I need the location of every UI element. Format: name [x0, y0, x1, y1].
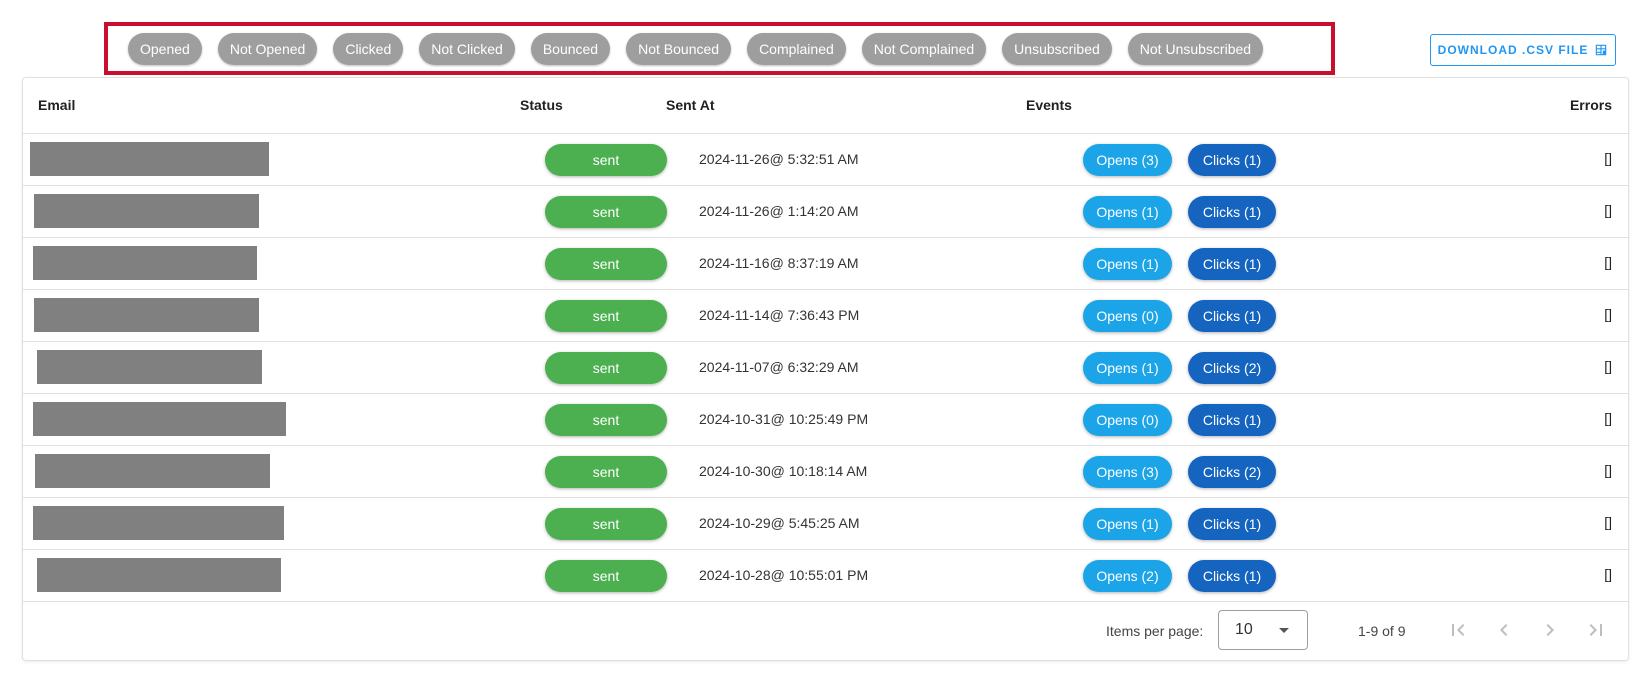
pagination-range: 1-9 of 9 — [1358, 623, 1406, 639]
opens-button[interactable]: Opens (0) — [1083, 404, 1172, 436]
opens-button[interactable]: Opens (1) — [1083, 196, 1172, 228]
clicks-button[interactable]: Clicks (1) — [1188, 508, 1276, 540]
redacted-email — [34, 298, 259, 332]
clicks-button[interactable]: Clicks (2) — [1188, 352, 1276, 384]
clicks-button[interactable]: Clicks (1) — [1188, 248, 1276, 280]
status-badge: sent — [545, 560, 667, 592]
errors-value: [] — [1604, 306, 1612, 322]
opens-button[interactable]: Opens (1) — [1083, 248, 1172, 280]
status-badge: sent — [545, 456, 667, 488]
redacted-email — [30, 142, 269, 176]
table-row: sent 2024-10-31@ 10:25:49 PM Opens (0) Clic… — [23, 394, 1628, 446]
clicks-button[interactable]: Clicks (1) — [1188, 560, 1276, 592]
filter-chip[interactable]: Clicked — [333, 32, 404, 65]
clicks-button[interactable]: Clicks (1) — [1188, 144, 1276, 176]
errors-value: [] — [1604, 202, 1612, 218]
status-badge: sent — [545, 508, 667, 540]
redacted-email — [37, 350, 262, 384]
opens-button[interactable]: Opens (1) — [1083, 508, 1172, 540]
table-header: Email Status Sent At Events Errors — [23, 78, 1628, 134]
errors-value: [] — [1604, 410, 1612, 426]
opens-button[interactable]: Opens (2) — [1083, 560, 1172, 592]
download-csv-button[interactable]: DOWNLOAD .CSV FILE — [1430, 34, 1616, 66]
items-per-page-value: 10 — [1235, 621, 1253, 638]
sent-at-value: 2024-10-31@ 10:25:49 PM — [699, 411, 869, 427]
sent-at-value: 2024-11-16@ 8:37:19 AM — [699, 255, 859, 271]
sent-at-value: 2024-10-29@ 5:45:25 AM — [699, 515, 860, 531]
errors-value: [] — [1604, 462, 1612, 478]
table-row: sent 2024-11-26@ 5:32:51 AM Opens (3) Click… — [23, 134, 1628, 186]
email-report-table: Email Status Sent At Events Errors sent 2… — [22, 77, 1629, 661]
previous-page-button[interactable] — [1492, 618, 1516, 642]
column-header-errors: Errors — [1569, 97, 1612, 113]
sent-at-value: 2024-11-07@ 6:32:29 AM — [699, 359, 859, 375]
table-row: sent 2024-10-29@ 5:45:25 AM Opens (1) Click… — [23, 498, 1628, 550]
filter-chip[interactable]: Unsubscribed — [1002, 32, 1112, 65]
sent-at-value: 2024-10-28@ 10:55:01 PM — [699, 567, 869, 583]
table-row: sent 2024-10-28@ 10:55:01 PM Opens (2) Clic… — [23, 550, 1628, 602]
errors-value: [] — [1604, 358, 1612, 374]
table-row: sent 2024-11-16@ 8:37:19 AM Opens (1) Click… — [23, 238, 1628, 290]
table-row: sent 2024-11-14@ 7:36:43 PM Opens (0) Click… — [23, 290, 1628, 342]
download-csv-label: DOWNLOAD .CSV FILE — [1437, 43, 1589, 57]
errors-value: [] — [1604, 150, 1612, 166]
column-header-status[interactable]: Status — [520, 97, 563, 113]
sent-at-value: 2024-10-30@ 10:18:14 AM — [699, 463, 868, 479]
status-badge: sent — [545, 300, 667, 332]
errors-value: [] — [1604, 254, 1612, 270]
filter-chip[interactable]: Not Unsubscribed — [1127, 32, 1264, 65]
errors-value: [] — [1604, 514, 1612, 530]
redacted-email — [35, 454, 270, 488]
last-page-icon — [1589, 624, 1602, 636]
filter-chip[interactable]: Opened — [128, 32, 202, 65]
filter-chip-bar: Opened Not Opened Clicked Not Clicked Bounce… — [104, 22, 1335, 75]
first-page-button[interactable] — [1446, 618, 1470, 642]
sent-at-value: 2024-11-26@ 1:14:20 AM — [699, 203, 859, 219]
opens-button[interactable]: Opens (0) — [1083, 300, 1172, 332]
opens-button[interactable]: Opens (1) — [1083, 352, 1172, 384]
first-page-icon — [1452, 624, 1465, 636]
column-header-events: Events — [1026, 97, 1072, 113]
filter-chip[interactable]: Not Clicked — [419, 32, 515, 65]
clicks-button[interactable]: Clicks (1) — [1188, 404, 1276, 436]
sent-at-value: 2024-11-26@ 5:32:51 AM — [699, 151, 859, 167]
table-row: sent 2024-10-30@ 10:18:14 AM Opens (3) Clic… — [23, 446, 1628, 498]
items-per-page-select[interactable]: 10 — [1218, 610, 1308, 650]
clicks-button[interactable]: Clicks (2) — [1188, 456, 1276, 488]
chevron-left-icon — [1500, 624, 1508, 636]
redacted-email — [37, 558, 281, 592]
opens-button[interactable]: Opens (3) — [1083, 144, 1172, 176]
last-page-button[interactable] — [1584, 618, 1608, 642]
filter-chip[interactable]: Not Complained — [861, 32, 987, 65]
filter-chip[interactable]: Bounced — [530, 32, 611, 65]
opens-button[interactable]: Opens (3) — [1083, 456, 1172, 488]
next-page-button[interactable] — [1538, 618, 1562, 642]
chevron-right-icon — [1546, 624, 1554, 636]
pagination-bar: Items per page: 10 1-9 of 9 — [23, 602, 1628, 662]
clicks-button[interactable]: Clicks (1) — [1188, 196, 1276, 228]
filter-chip[interactable]: Not Opened — [217, 32, 318, 65]
redacted-email — [33, 402, 286, 436]
status-badge: sent — [545, 196, 667, 228]
status-badge: sent — [545, 404, 667, 436]
filter-chip[interactable]: Not Bounced — [626, 32, 732, 65]
redacted-email — [33, 506, 284, 540]
redacted-email — [33, 246, 257, 280]
redacted-email — [34, 194, 259, 228]
status-badge: sent — [545, 248, 667, 280]
clicks-button[interactable]: Clicks (1) — [1188, 300, 1276, 332]
status-badge: sent — [545, 352, 667, 384]
filter-chip[interactable]: Complained — [747, 32, 846, 65]
table-row: sent 2024-11-26@ 1:14:20 AM Opens (1) Click… — [23, 186, 1628, 238]
table-export-icon — [1596, 44, 1607, 56]
column-header-sent-at[interactable]: Sent At — [666, 97, 714, 113]
sent-at-value: 2024-11-14@ 7:36:43 PM — [699, 307, 860, 323]
table-row: sent 2024-11-07@ 6:32:29 AM Opens (1) Click… — [23, 342, 1628, 394]
errors-value: [] — [1604, 566, 1612, 582]
status-badge: sent — [545, 144, 667, 176]
items-per-page-label: Items per page: — [1106, 623, 1204, 639]
column-header-email[interactable]: Email — [38, 97, 75, 113]
dropdown-caret-icon — [1279, 628, 1289, 633]
